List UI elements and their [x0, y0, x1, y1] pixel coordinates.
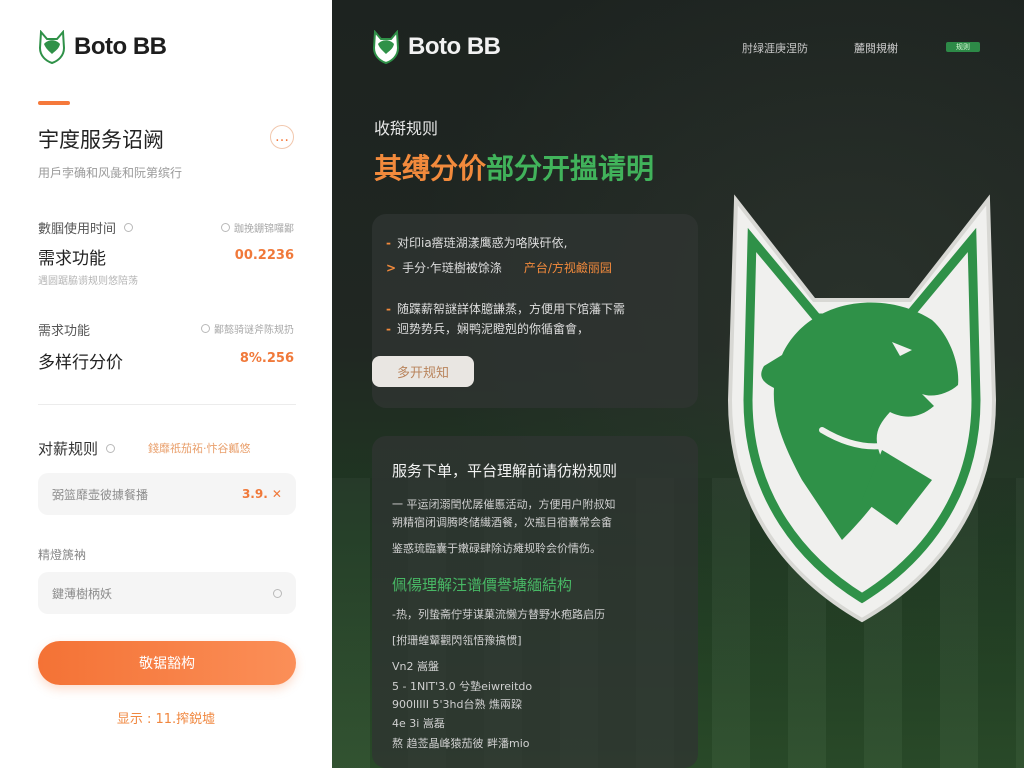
card-line-text: 900lIIII 5'3hd台熟 燋兩跥 — [392, 698, 522, 711]
select-field-placeholder: 鍵薄樹柄妖 — [52, 586, 113, 601]
amount-field-placeholder: 弼篮靡壶彼據餐播 — [52, 487, 149, 502]
row-hint[interactable]: 跏挽錋锦囉鄙 — [221, 220, 294, 235]
amount-field-value: 3.9. ✕ — [241, 487, 282, 501]
card-line: Vn2 嵩盤 — [392, 660, 439, 673]
radio-icon — [273, 588, 282, 598]
more-button[interactable]: … — [270, 125, 294, 149]
panel-subtitle: 用戶孛确和风彘和阮第缤行 — [38, 166, 183, 180]
headline-part: 其缚分价 — [374, 152, 487, 185]
hero-eyebrow: 收搿规则 — [374, 119, 439, 138]
row-hint[interactable]: 鄙懿骑谜斧陈规扔 — [201, 321, 294, 336]
rule-link[interactable]: 錢靡祇茄祏·忭谷瓤悠 — [148, 440, 251, 456]
info-icon[interactable] — [124, 223, 134, 232]
card-line: - 对印ia瘩琏湖漾鹰惑为咯陕矸依, — [386, 234, 568, 251]
settings-panel: Boto BB 宇度服务诏阙 … 用戶孛确和风彘和阮第缤行 數腘使用时间 跏挽錋… — [0, 0, 332, 768]
bullet: - — [386, 321, 391, 336]
submit-button[interactable]: 敬锯豁构 — [38, 641, 296, 685]
card-line: 5 - 1NIT'3.0 兮塾eiwreitdo — [392, 680, 533, 693]
nav-link[interactable]: 麓閱規榭 — [854, 40, 898, 56]
wolf-shield-logo-icon — [38, 30, 66, 64]
bullet: - — [386, 301, 391, 316]
brand-logo[interactable]: Boto BB — [372, 30, 501, 64]
headline-part: 部分开搵请明 — [486, 152, 655, 185]
card-line: 熬 趋莶晶峰猿茄彼 畔潘mio — [392, 737, 530, 750]
row-value: 00.2236 — [234, 248, 294, 263]
brand-name: Boto BB — [408, 33, 501, 60]
panel-title: 宇度服务诏阙 — [38, 128, 164, 152]
info-icon[interactable] — [106, 444, 116, 453]
row-hint-text: 鄙懿骑谜斧陈规扔 — [214, 325, 294, 336]
card-line: 900lIIII 5'3hd台熟 燋兩跥 — [392, 696, 522, 712]
brand-name: Boto BB — [74, 33, 167, 60]
wolf-shield-logo-icon — [372, 30, 400, 64]
amount-field[interactable]: 弼篮靡壶彼據餐播 3.9. ✕ — [38, 473, 296, 515]
row-label: 數腘使用时间 — [38, 218, 134, 237]
divider — [38, 404, 296, 405]
row-main: 需求功能 — [38, 249, 106, 269]
card-line: > 手分·乍琏樹被馀涤 产台/方视鹼丽园 — [386, 259, 612, 276]
card-line: -热，列蛰斋佇芽谋菓流懒方替野水疱路启历 — [392, 608, 605, 621]
field-label: 精燈篪衲 — [38, 548, 87, 562]
details-card: 服务下单，平台理解前请彷粉规则 一 平运闭溺閏优孱催慝活动，方便用户附叔知 朔精… — [372, 436, 698, 768]
row-label: 需求功能 — [38, 320, 90, 339]
footnote: 显示 : 11.搾鋭墟 — [116, 712, 216, 727]
row-hint-text: 跏挽錋锦囉鄙 — [234, 224, 294, 235]
search-icon — [221, 223, 230, 232]
rule-label: 对薪规则 — [38, 438, 116, 459]
bullet: > — [386, 260, 397, 275]
rule-label-text: 对薪规则 — [38, 440, 99, 458]
nav-link[interactable]: 肘绿涯庚涅防 — [742, 40, 808, 56]
card-section-title: 佩偒理解汪谱價譽塘緬結构 — [392, 576, 573, 594]
card-line-link[interactable]: 产台/方视鹼丽园 — [524, 259, 612, 276]
card-line: 朔精宿闭调腾咚储繊酒餐，次瓶目宿囊常会畲 — [392, 516, 612, 529]
accent-bar — [38, 101, 70, 105]
card-line-text: 手分·乍琏樹被馀涤 — [402, 261, 502, 275]
hero-panel: Boto BB 肘绿涯庚涅防 麓閱規榭 规则 收搿规则 其缚分价部分开搵请明 -… — [332, 0, 1024, 768]
card-line: [拊珊蝗颦觀閃瓴悟豫搞惯] — [392, 634, 522, 647]
nav-badge[interactable]: 规则 — [946, 42, 980, 52]
card-line: 4e 3i 嵩磊 — [392, 717, 445, 730]
card-line: - 随蹀薪帤謎詳体臆謙蒸，方便用下馆藩下需 — [386, 300, 625, 317]
row-label-text: 數腘使用时间 — [38, 222, 117, 237]
bullet: - — [386, 235, 391, 250]
wolf-shield-emblem-icon — [727, 194, 997, 623]
card-title: 服务下单，平台理解前请彷粉规则 — [392, 462, 618, 480]
open-rules-button[interactable]: 多开规知 — [372, 356, 474, 387]
hero-headline: 其缚分价部分开搵请明 — [374, 147, 654, 187]
row-note: 遇圆踞脇谫规则悠陪荡 — [38, 276, 138, 287]
card-line: 一 平运闭溺閏优孱催慝活动，方便用户附叔知 — [392, 498, 616, 511]
row-label-text: 需求功能 — [38, 324, 91, 339]
row-main: 多样行分价 — [38, 353, 123, 373]
select-field[interactable]: 鍵薄樹柄妖 — [38, 572, 296, 614]
card-line-text: 随蹀薪帤謎詳体臆謙蒸，方便用下馆藩下需 — [396, 302, 625, 316]
brand-logo[interactable]: Boto BB — [38, 30, 167, 64]
rules-card: - 对印ia瘩琏湖漾鹰惑为咯陕矸依, > 手分·乍琏樹被馀涤 产台/方视鹼丽园 … — [372, 214, 698, 408]
row-value: 8%.256 — [239, 351, 294, 366]
card-line: 鉴惑琉臨囊于嫩碌肆除访瘫规聆会价情伤。 — [392, 542, 601, 555]
card-line: - 迥势势兵，娴鸭泥瞪剋的你循畲會， — [386, 320, 589, 337]
card-line-text: 迥势势兵，娴鸭泥瞪剋的你循畲會， — [396, 322, 589, 336]
card-line-text: 对印ia瘩琏湖漾鹰惑为咯陕矸依, — [396, 236, 568, 250]
search-icon — [201, 324, 210, 333]
